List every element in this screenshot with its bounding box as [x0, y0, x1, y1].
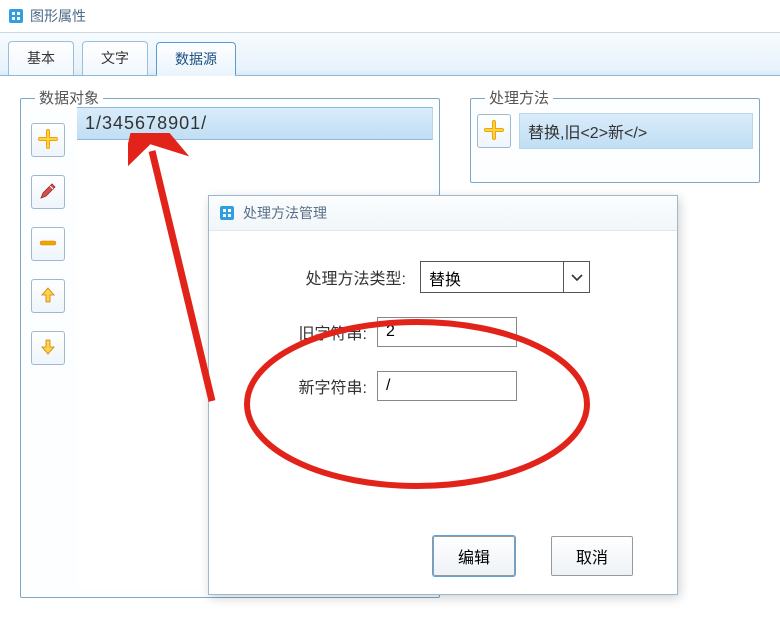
new-string-label: 新字符串: — [289, 374, 367, 398]
method-item[interactable]: 替换,旧<2>新</> — [519, 113, 753, 149]
method-row: 替换,旧<2>新</> — [471, 99, 759, 163]
move-up-button[interactable] — [31, 279, 65, 313]
move-down-button[interactable] — [31, 331, 65, 365]
edit-button[interactable] — [31, 175, 65, 209]
type-label: 处理方法类型: — [296, 265, 406, 289]
type-combobox[interactable]: 替换 — [420, 261, 590, 293]
chevron-down-icon — [571, 269, 583, 285]
main-titlebar: 图形属性 — [0, 0, 780, 33]
new-string-input[interactable] — [377, 371, 517, 401]
dialog-button-row: 编辑 取消 — [433, 536, 633, 576]
tab-bar: 基本 文字 数据源 — [0, 33, 780, 76]
minus-icon — [38, 233, 58, 256]
data-object-toolbar — [21, 105, 75, 383]
plus-icon — [484, 120, 504, 143]
method-add-button[interactable] — [477, 114, 511, 148]
arrow-up-icon — [38, 285, 58, 308]
dialog-title: 处理方法管理 — [243, 203, 327, 223]
app-icon — [8, 8, 24, 24]
main-window: 图形属性 基本 文字 数据源 数据对象 — [0, 0, 780, 622]
arrow-down-icon — [38, 337, 58, 360]
tab-datasource[interactable]: 数据源 — [156, 42, 236, 76]
tab-basic[interactable]: 基本 — [8, 41, 74, 75]
old-string-input[interactable] — [377, 317, 517, 347]
cancel-button[interactable]: 取消 — [551, 536, 633, 576]
window-title: 图形属性 — [30, 6, 86, 26]
app-icon — [219, 205, 235, 221]
pencil-icon — [38, 181, 58, 204]
add-button[interactable] — [31, 123, 65, 157]
process-method-group: 处理方法 替换,旧<2>新</> — [470, 98, 760, 183]
old-string-label: 旧字符串: — [289, 320, 367, 344]
dialog-titlebar: 处理方法管理 — [209, 196, 677, 231]
type-value: 替换 — [421, 262, 563, 292]
edit-confirm-button[interactable]: 编辑 — [433, 536, 515, 576]
remove-button[interactable] — [31, 227, 65, 261]
dialog-body: 处理方法类型: 替换 旧字符串: 新字符串: — [209, 231, 677, 401]
data-object-item[interactable]: 1/345678901/ — [77, 107, 433, 140]
process-method-dialog: 处理方法管理 处理方法类型: 替换 旧字符串: — [208, 195, 678, 595]
tab-text[interactable]: 文字 — [82, 41, 148, 75]
process-method-legend: 处理方法 — [485, 87, 553, 108]
plus-icon — [38, 129, 58, 152]
combo-dropdown-button[interactable] — [563, 262, 589, 292]
